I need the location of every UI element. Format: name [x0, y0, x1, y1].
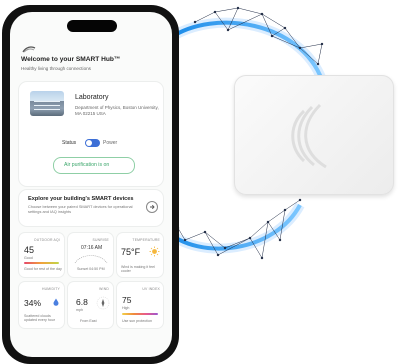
- building-photo: [30, 91, 64, 116]
- aqi-gradient-bar: [24, 262, 59, 264]
- tile-note: Good for rest of the day: [24, 267, 62, 271]
- tile-label: OUTDOOR AQI: [33, 238, 60, 242]
- explore-arrow-button[interactable]: [146, 201, 158, 213]
- hub-logo-icon: [291, 103, 327, 169]
- temperature-note: Wind is making it feel cooler: [121, 265, 155, 274]
- humidity-tile[interactable]: HUMIDITY 34% Scattered clouds updated ev…: [19, 282, 64, 328]
- status-label: Status: [62, 140, 77, 146]
- smart-hub-logo-icon: [22, 46, 36, 53]
- temperature-value: 75°F: [121, 247, 141, 257]
- sunrise-tile[interactable]: SUNRISE 07:16 AM Sunset 04:50 PM: [68, 233, 113, 277]
- explore-description: Choose between your paired SMART devices…: [28, 204, 133, 214]
- power-toggle[interactable]: [85, 139, 100, 147]
- droplet-icon: [53, 298, 59, 306]
- wind-direction: From East: [80, 319, 97, 323]
- dynamic-island: [67, 20, 117, 32]
- uv-value: 75: [122, 295, 132, 305]
- explore-title: Explore your building's SMART devices: [28, 196, 134, 202]
- room-name: Laboratory: [75, 94, 109, 101]
- wind-unit: mph: [76, 308, 83, 312]
- welcome-title: Welcome to your SMART Hub™: [21, 56, 121, 63]
- uv-level: High: [122, 306, 130, 310]
- room-address: Department of Physics, Boston University…: [75, 105, 159, 116]
- tile-label: SUNRISE: [92, 238, 109, 242]
- aqi-level: Good: [24, 256, 33, 260]
- uv-gradient-bar: [122, 313, 158, 315]
- app-screen: Welcome to your SMART Hub™ Healthy livin…: [10, 12, 172, 357]
- air-purification-status[interactable]: Air purification is on: [53, 157, 135, 174]
- sunset-note: Sunset 04:50 PM: [77, 267, 105, 271]
- wind-speed: 6.8: [76, 297, 88, 307]
- smart-hub-device: [234, 75, 394, 195]
- tile-label: UV INDEX: [142, 287, 160, 291]
- sun-icon: [149, 246, 160, 257]
- humidity-note: Scattered clouds updated every hour: [24, 314, 55, 323]
- tile-label: TEMPERATURE: [132, 238, 160, 242]
- uv-note: Use sun protection: [122, 319, 152, 323]
- explore-devices-card[interactable]: Explore your building's SMART devices Ch…: [19, 190, 163, 226]
- sun-arc-icon: [74, 255, 108, 264]
- humidity-value: 34%: [24, 298, 42, 308]
- power-label: Power: [103, 140, 118, 146]
- aqi-value: 45: [24, 245, 35, 255]
- tile-label: HUMIDITY: [42, 287, 60, 291]
- room-card[interactable]: Laboratory Department of Physics, Boston…: [19, 82, 163, 186]
- temperature-tile[interactable]: TEMPERATURE 75°F Wind is making it feel …: [117, 233, 163, 277]
- tile-label: WIND: [99, 287, 109, 291]
- arrow-right-icon: [150, 204, 155, 210]
- uv-index-tile[interactable]: UV INDEX 75 High Use sun protection: [117, 282, 163, 328]
- compass-icon: [96, 296, 110, 310]
- welcome-tagline: Healthy living through connections: [21, 66, 91, 71]
- sunrise-time: 07:16 AM: [81, 245, 103, 251]
- wind-tile[interactable]: WIND 6.8 mph From East: [68, 282, 113, 328]
- outdoor-aqi-tile[interactable]: OUTDOOR AQI 45 Good Good for rest of the…: [19, 233, 64, 277]
- purification-label: Air purification is on: [64, 162, 110, 168]
